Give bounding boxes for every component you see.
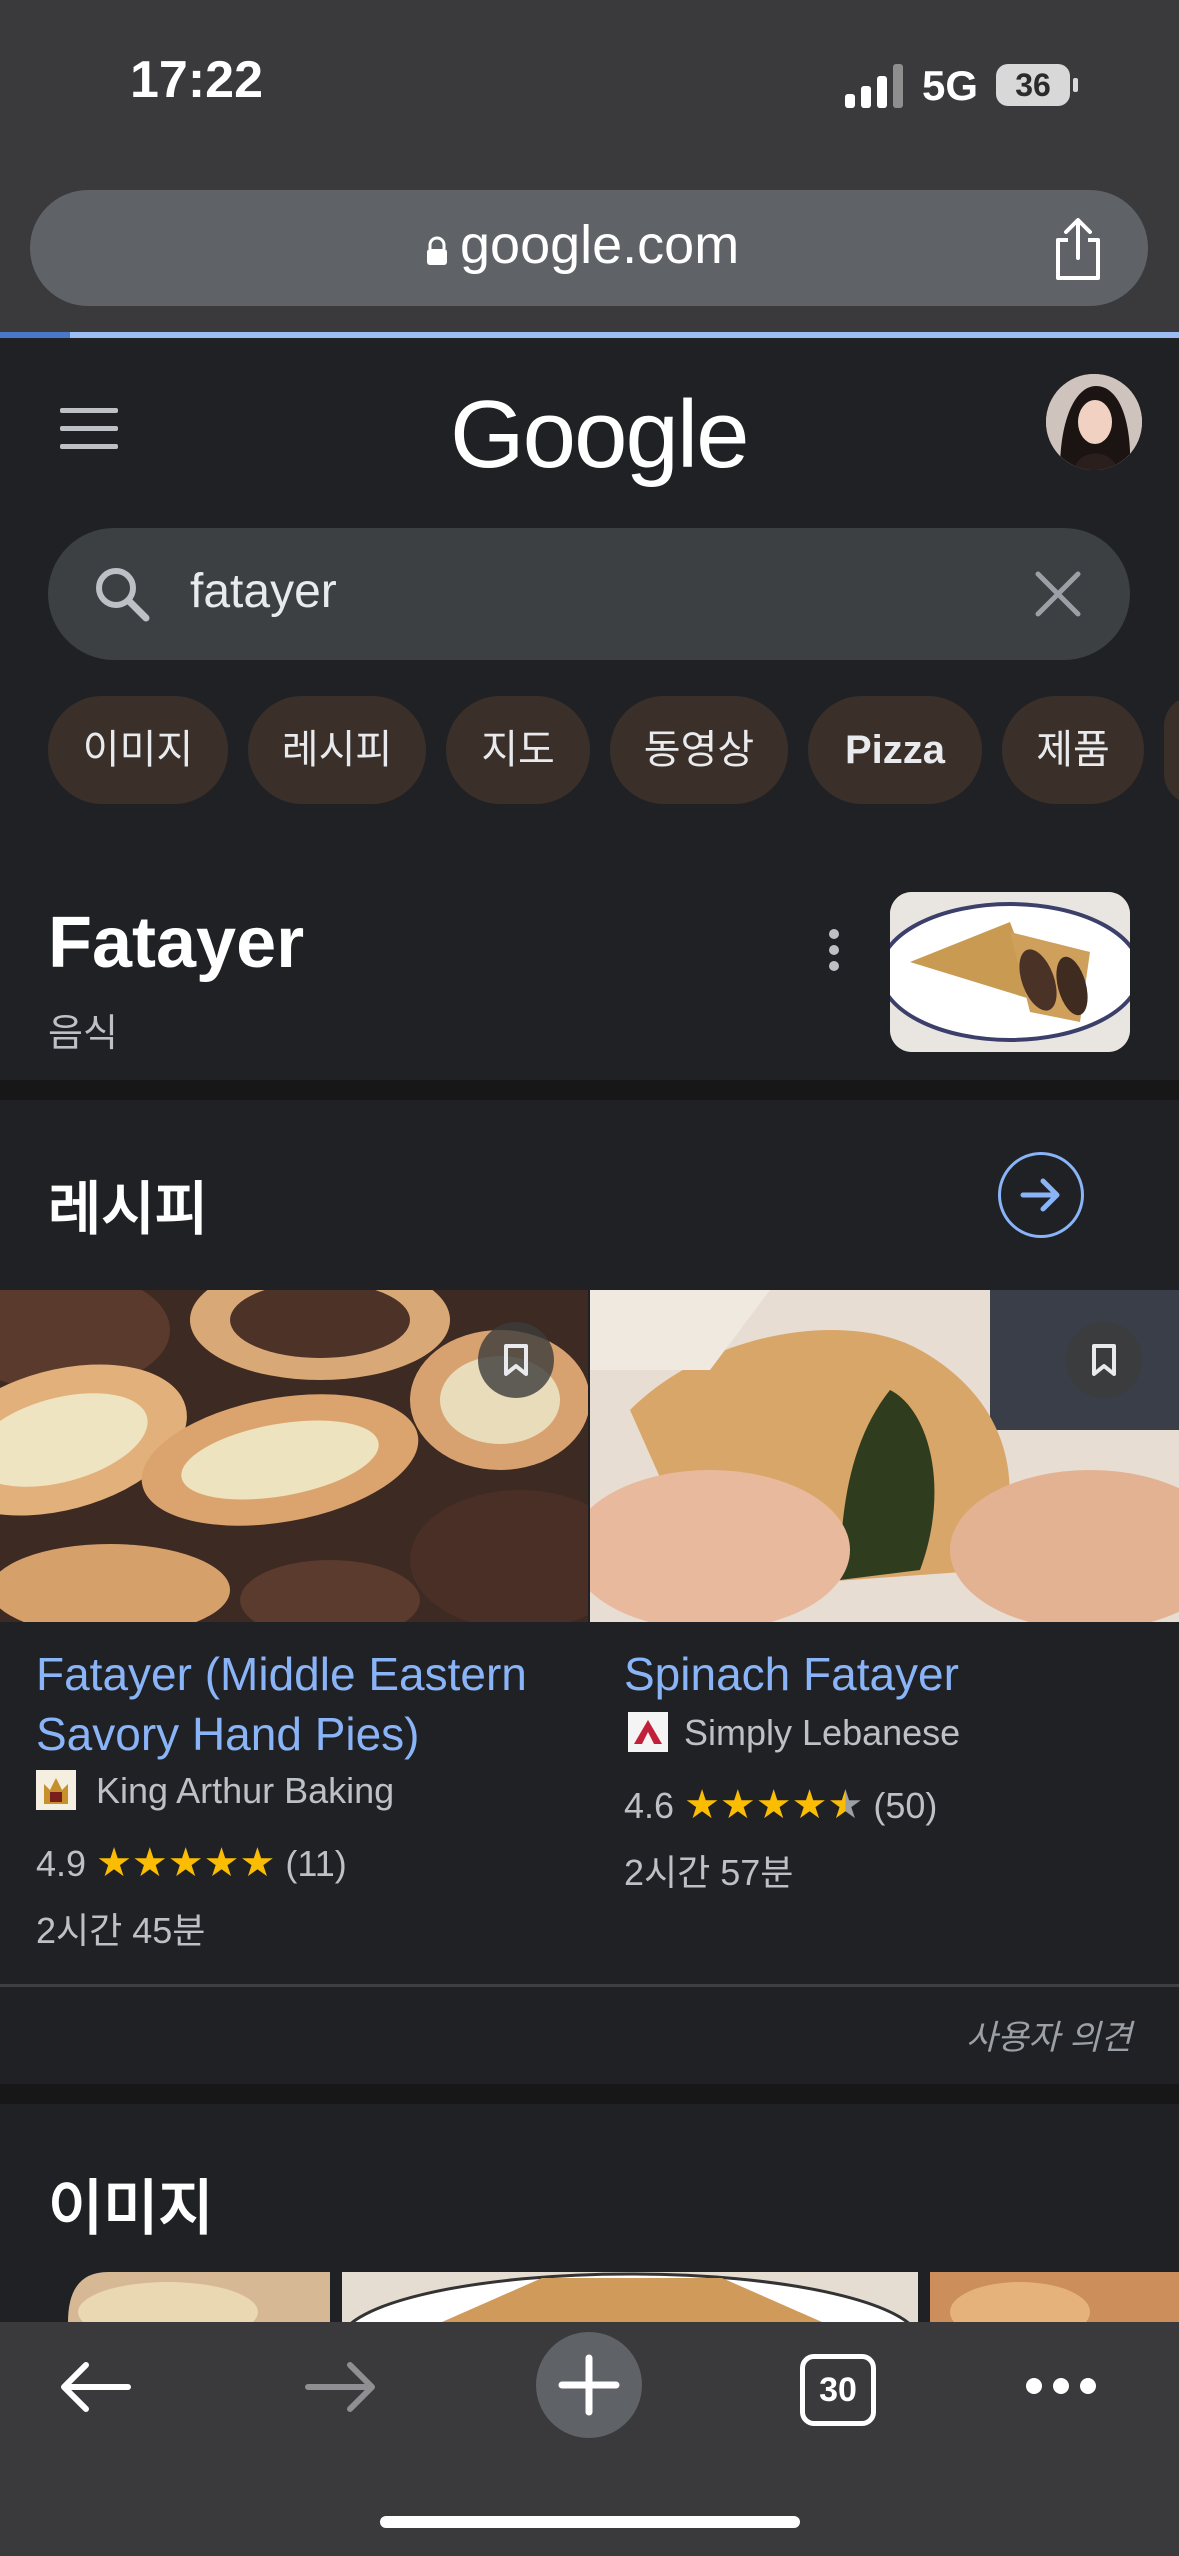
king-arthur-logo-icon [36, 1770, 76, 1810]
recipe-time: 2시간 57분 [624, 1852, 794, 1893]
chip-maps[interactable]: 지도 [446, 696, 590, 804]
knowledge-subtitle: 음식 [48, 1013, 118, 1055]
recipe-title-line[interactable]: Savory Hand Pies) [36, 1704, 576, 1764]
search-input[interactable]: fatayer [190, 564, 337, 619]
recipe-source: King Arthur Baking [96, 1770, 395, 1811]
recipe-rating-row: 4.6 ★★★★★ (50) [624, 1782, 937, 1828]
more-horiz-icon[interactable] [1024, 2374, 1098, 2398]
bookmark-icon [1092, 1344, 1116, 1376]
chip-images[interactable]: 이미지 [48, 696, 228, 804]
half-star-icon: ★ [827, 1783, 864, 1827]
status-time: 17:22 [130, 51, 263, 109]
account-avatar[interactable] [1046, 374, 1142, 470]
image-thumbnail[interactable] [48, 2272, 330, 2322]
avatar-image [1046, 374, 1142, 470]
section-divider [0, 1984, 1179, 1987]
recipe-time: 2시간 45분 [36, 1910, 206, 1951]
recipe-title[interactable]: Spinach Fatayer [624, 1644, 1164, 1704]
section-divider [0, 2084, 1179, 2104]
feedback-link[interactable]: 사용자 의견 [966, 2010, 1132, 2059]
forward-arrow-icon[interactable] [304, 2362, 378, 2412]
page-load-progress [0, 332, 1179, 338]
url-text[interactable]: google.com [460, 214, 739, 276]
images-section-title: 이미지 [48, 2175, 214, 2242]
signal-icon [845, 64, 903, 108]
lock-icon [427, 236, 447, 265]
chip-recipes[interactable]: 레시피 [248, 696, 426, 804]
recipe-title-line[interactable]: Fatayer (Middle Eastern [36, 1644, 576, 1704]
battery-tip [1073, 78, 1078, 92]
google-logo[interactable]: Google [450, 380, 750, 490]
share-icon[interactable] [1052, 218, 1104, 282]
recipe-rating-row: 4.9 ★★★★★ (11) [36, 1840, 347, 1886]
star-rating-icon: ★★★★★ [96, 1841, 276, 1885]
recipes-more-button[interactable] [998, 1152, 1084, 1238]
simply-lebanese-logo-icon [628, 1712, 668, 1752]
rating-value: 4.6 [624, 1785, 675, 1826]
section-divider [0, 1080, 1179, 1100]
chip-overflow[interactable] [1164, 696, 1179, 804]
review-count: (11) [285, 1843, 347, 1884]
battery-icon: 36 [996, 64, 1070, 106]
bookmark-icon [504, 1344, 528, 1376]
plus-icon [558, 2354, 620, 2416]
knowledge-image[interactable] [890, 892, 1130, 1052]
home-indicator[interactable] [380, 2516, 800, 2528]
new-tab-button[interactable] [536, 2332, 642, 2438]
close-icon[interactable] [1034, 570, 1082, 618]
image-thumbnail[interactable] [342, 2272, 918, 2322]
save-recipe-button[interactable] [478, 1322, 554, 1398]
knowledge-title: Fatayer [48, 903, 305, 983]
page-load-progress-fill [0, 332, 70, 338]
hamburger-menu-icon[interactable] [60, 408, 118, 450]
save-recipe-button[interactable] [1066, 1322, 1142, 1398]
recipe-title[interactable]: Fatayer (Middle Eastern Savory Hand Pies… [36, 1644, 576, 1764]
rating-value: 4.9 [36, 1843, 87, 1884]
search-icon [96, 568, 150, 622]
recipes-section-title: 레시피 [48, 1177, 209, 1242]
back-arrow-icon[interactable] [58, 2362, 132, 2412]
network-label: 5G [922, 62, 979, 109]
chip-videos[interactable]: 동영상 [610, 696, 788, 804]
arrow-right-icon [1020, 1178, 1060, 1212]
chip-products[interactable]: 제품 [1002, 696, 1144, 804]
star-rating-icon: ★★★★ [684, 1783, 828, 1827]
image-thumbnail[interactable] [930, 2272, 1179, 2322]
review-count: (50) [873, 1785, 938, 1826]
recipe-source: Simply Lebanese [684, 1712, 961, 1753]
recipe-title-line[interactable]: Spinach Fatayer [624, 1644, 1164, 1704]
tab-switcher-button[interactable]: 30 [800, 2354, 876, 2426]
chip-pizza[interactable]: Pizza [808, 696, 982, 804]
more-vert-icon[interactable] [822, 928, 846, 972]
fatayer-thumbnail [890, 892, 1130, 1052]
